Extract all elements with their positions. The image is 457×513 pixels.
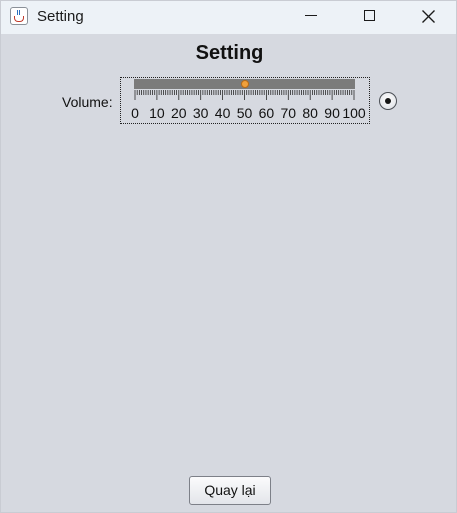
minimize-icon: [305, 15, 317, 16]
volume-radio-button[interactable]: [379, 92, 397, 110]
java-cup-icon: [10, 7, 28, 25]
maximize-button[interactable]: [346, 1, 392, 33]
back-button[interactable]: Quay lại: [189, 476, 271, 505]
tick-label: 100: [342, 105, 366, 121]
title-bar[interactable]: Setting: [1, 1, 456, 34]
tick-label: 40: [214, 105, 231, 121]
tick-label: 30: [192, 105, 209, 121]
tick-label: 70: [280, 105, 297, 121]
window-title: Setting: [37, 8, 84, 25]
tick-label: 60: [258, 105, 275, 121]
radio-selected-dot: [385, 98, 391, 104]
page-title: Setting: [195, 42, 264, 64]
close-button[interactable]: [405, 1, 451, 33]
volume-slider-thumb[interactable]: [240, 80, 249, 88]
minimize-button[interactable]: [288, 1, 334, 33]
volume-label: Volume:: [62, 94, 113, 110]
settings-window: Setting Setting Volume: 0 10 20 30 40 50 60 70 8…: [0, 0, 457, 513]
tick-label: 20: [171, 105, 187, 121]
close-icon: [422, 10, 435, 23]
tick-label: 50: [236, 105, 253, 121]
tick-label: 0: [131, 105, 139, 121]
maximize-icon: [364, 10, 375, 21]
tick-label: 10: [149, 105, 165, 121]
volume-slider-ticks: [134, 90, 355, 100]
tick-label: 80: [302, 105, 318, 121]
tick-label: 90: [324, 105, 340, 121]
